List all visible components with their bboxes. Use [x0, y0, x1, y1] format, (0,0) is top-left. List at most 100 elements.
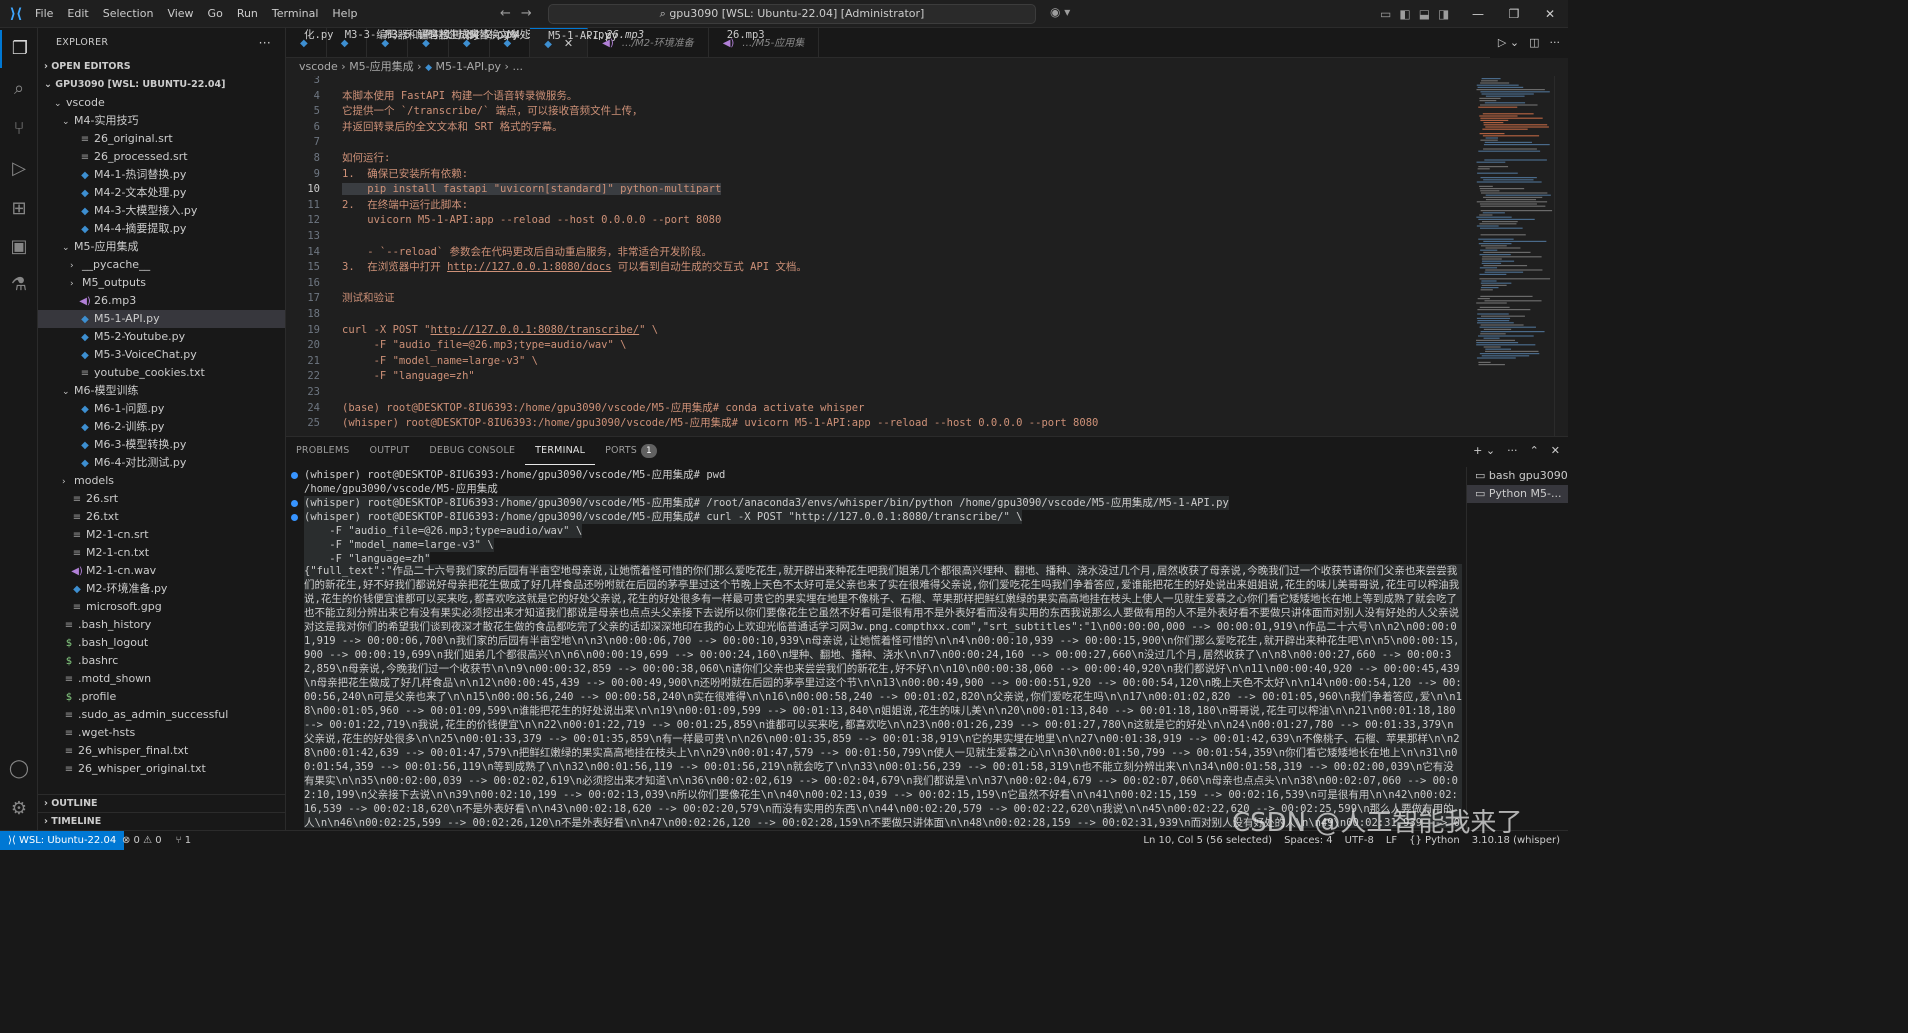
code-link[interactable]: http://127.0.0.1:8080/transcribe/: [431, 324, 640, 336]
account-icon[interactable]: ◯: [0, 750, 38, 788]
menu-item-edit[interactable]: Edit: [60, 0, 95, 28]
file-item[interactable]: ≡ 26_original.srt: [38, 130, 285, 148]
ports-indicator[interactable]: ⑂ 1: [176, 831, 192, 850]
open-editors-section[interactable]: › OPEN EDITORS: [38, 58, 285, 76]
command-decoration-icon[interactable]: [291, 514, 298, 521]
file-item[interactable]: ≡ 26_whisper_final.txt: [38, 742, 285, 760]
menu-item-run[interactable]: Run: [230, 0, 265, 28]
file-item[interactable]: ≡ 26.txt: [38, 508, 285, 526]
editor-tab[interactable]: ◀) 26.mp3 …/M2-环境准备: [588, 28, 709, 57]
code-link[interactable]: http://127.0.0.1:8080/docs: [447, 261, 611, 273]
editor-tab[interactable]: ◆M4-3-大模型接入.py: [490, 28, 611, 57]
folder-item[interactable]: › M5_outputs: [38, 274, 285, 292]
extensions-icon[interactable]: ⊞: [0, 190, 38, 228]
source-control-icon[interactable]: ⑂: [0, 110, 38, 148]
search-icon[interactable]: ⌕: [0, 70, 38, 108]
close-panel-icon[interactable]: ✕: [1551, 437, 1560, 465]
file-item[interactable]: ≡ .sudo_as_admin_successful: [38, 706, 285, 724]
menu-item-terminal[interactable]: Terminal: [265, 0, 326, 28]
file-item[interactable]: ◀) 26.mp3: [38, 292, 285, 310]
new-terminal-icon[interactable]: + ⌄: [1473, 437, 1495, 465]
run-file-icon[interactable]: ▷ ⌄: [1498, 28, 1519, 58]
command-decoration-icon[interactable]: [291, 500, 298, 507]
breadcrumb-item[interactable]: vscode: [299, 60, 338, 73]
file-item[interactable]: ≡ M2-1-cn.srt: [38, 526, 285, 544]
close-window-icon[interactable]: ✕: [1532, 0, 1568, 28]
folder-item[interactable]: › __pycache__: [38, 256, 285, 274]
file-item[interactable]: ◆ M5-3-VoiceChat.py: [38, 346, 285, 364]
editor-scrollbar[interactable]: [1554, 76, 1568, 436]
editor-tab[interactable]: ◆ M4-1-热词替换.py: [408, 28, 519, 57]
forward-arrow-icon[interactable]: →: [521, 0, 532, 28]
breadcrumb-item[interactable]: M5-应用集成: [349, 60, 413, 73]
file-item[interactable]: $ .bashrc: [38, 652, 285, 670]
outline-section[interactable]: › OUTLINE: [38, 794, 285, 812]
terminal[interactable]: (whisper) root@DESKTOP-8IU6393:/home/gpu…: [286, 467, 1466, 829]
file-item[interactable]: ≡ M2-1-cn.txt: [38, 544, 285, 562]
remote-explorer-icon[interactable]: ▣: [0, 228, 38, 266]
file-item[interactable]: ◆ M6-2-训练.py: [38, 418, 285, 436]
editor-tab[interactable]: ◆ M4-2-文本处理.py: [449, 28, 559, 57]
file-item[interactable]: ≡ 26_processed.srt: [38, 148, 285, 166]
file-item[interactable]: ≡ 26_whisper_original.txt: [38, 760, 285, 778]
file-item[interactable]: ≡ .bash_history: [38, 616, 285, 634]
file-item[interactable]: ◀) M2-1-cn.wav: [38, 562, 285, 580]
file-item[interactable]: ◆ M4-4-摘要提取.py: [38, 220, 285, 238]
file-item[interactable]: ◆ M6-1-问题.py: [38, 400, 285, 418]
file-item[interactable]: ≡ .wget-hsts: [38, 724, 285, 742]
testing-icon[interactable]: ⚗: [0, 266, 38, 304]
timeline-section[interactable]: › TIMELINE: [38, 812, 285, 830]
minimize-icon[interactable]: —: [1460, 0, 1496, 28]
remote-indicator[interactable]: ⟩⟨ WSL: Ubuntu-22.04: [0, 831, 125, 850]
back-arrow-icon[interactable]: ←: [500, 0, 511, 28]
menu-item-selection[interactable]: Selection: [96, 0, 161, 28]
file-item[interactable]: ≡ 26.srt: [38, 490, 285, 508]
more-actions-icon[interactable]: ···: [1507, 437, 1518, 465]
menu-item-view[interactable]: View: [160, 0, 200, 28]
editor-tab[interactable]: ◆ M5-1-API.py ✕: [530, 28, 618, 57]
file-item[interactable]: ◆ M2-环境准备.py: [38, 580, 285, 598]
explorer-icon[interactable]: ❐: [0, 30, 38, 68]
folder-item[interactable]: ⌄ M6-模型训练: [38, 382, 285, 400]
file-item[interactable]: $ .profile: [38, 688, 285, 706]
copilot-icon[interactable]: ◉ ▾: [1050, 5, 1070, 19]
file-item[interactable]: ◆ M4-3-大模型接入.py: [38, 202, 285, 220]
folder-item[interactable]: ⌄ M5-应用集成: [38, 238, 285, 256]
editor-tab[interactable]: ◆ M3-5-解码器生成文本.py: [367, 28, 509, 57]
restore-icon[interactable]: ❐: [1496, 0, 1532, 28]
folder-item[interactable]: ⌄ vscode: [38, 94, 285, 112]
more-actions-icon[interactable]: ···: [259, 28, 271, 58]
breadcrumb-item[interactable]: M5-1-API.py: [435, 60, 501, 73]
file-item[interactable]: ◆ M4-1-热词替换.py: [38, 166, 285, 184]
toggle-panel-icon[interactable]: ⬓: [1419, 0, 1430, 28]
menu-item-go[interactable]: Go: [201, 0, 230, 28]
customize-layout-icon[interactable]: ▭: [1380, 0, 1391, 28]
toggle-sidebar-icon[interactable]: ◧: [1399, 0, 1410, 28]
editor-tab[interactable]: ◆ M3-3-编码器和语言检测.py: [327, 28, 479, 57]
menu-item-help[interactable]: Help: [325, 0, 364, 28]
file-item[interactable]: ◆ M6-3-模型转换.py: [38, 436, 285, 454]
command-decoration-icon[interactable]: [291, 472, 298, 479]
minimap[interactable]: [1474, 76, 1554, 376]
more-actions-icon[interactable]: ···: [1550, 28, 1561, 58]
terminal-list-item[interactable]: ▭ bash gpu3090: [1467, 467, 1568, 485]
maximize-panel-icon[interactable]: ⌃: [1530, 437, 1539, 465]
tab-terminal[interactable]: TERMINAL: [525, 437, 596, 465]
folder-item[interactable]: › models: [38, 472, 285, 490]
toggle-secondary-sidebar-icon[interactable]: ◨: [1438, 0, 1449, 28]
code-editor[interactable]: 3 4 本脚本使用 FastAPI 构建一个语音转录微服务。 5 它提供一个 `/tra…: [286, 76, 1568, 436]
menu-item-file[interactable]: File: [28, 0, 60, 28]
tab-problems[interactable]: PROBLEMS: [286, 437, 359, 465]
file-item[interactable]: ≡ youtube_cookies.txt: [38, 364, 285, 382]
gear-icon[interactable]: ⚙: [0, 790, 38, 828]
editor-tab[interactable]: ◆ 化.py: [286, 28, 333, 57]
run-debug-icon[interactable]: ▷: [0, 150, 38, 188]
terminal-list-item[interactable]: ▭ Python M5-...: [1467, 485, 1568, 503]
file-item[interactable]: ≡ .motd_shown: [38, 670, 285, 688]
problems-indicator[interactable]: ⊗ 0 ⚠ 0: [122, 831, 162, 850]
folder-item[interactable]: ⌄ M4-实用技巧: [38, 112, 285, 130]
command-center[interactable]: ⌕ gpu3090 [WSL: Ubuntu-22.04] [Administr…: [548, 4, 1036, 24]
tab-debug-console[interactable]: DEBUG CONSOLE: [419, 437, 525, 465]
editor-tab[interactable]: ◀) 26.mp3 …/M5-应用集: [709, 28, 820, 57]
file-item[interactable]: ≡ microsoft.gpg: [38, 598, 285, 616]
